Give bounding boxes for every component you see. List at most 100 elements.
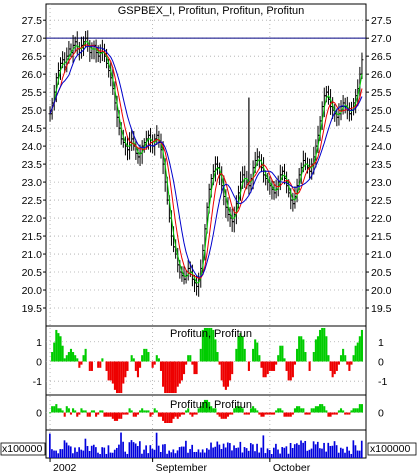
volume-bar [293,444,296,458]
volume-bar [220,448,223,458]
osc1-bar [226,361,230,387]
osc1-bar [214,339,217,362]
osc1-bar [195,361,198,375]
osc2-bar [143,410,146,413]
volume-bar [245,448,248,458]
volume-bar [226,442,229,458]
volume-bar [289,442,292,458]
osc1-bar [178,361,181,384]
osc1-bar [115,361,119,394]
osc2-bar [118,412,121,419]
osc1-bar [151,361,154,368]
osc1-bar [162,361,165,387]
volume-bar [231,450,233,458]
osc1-bar [352,355,355,362]
osc2-bar [224,412,227,419]
osc2-bar [358,404,361,413]
volume-bar [168,450,170,458]
volume-bar [337,452,340,458]
osc1-bar [312,352,315,362]
osc1-bar [182,361,186,375]
osc1-bar [329,361,332,371]
osc2-bar [151,412,154,415]
osc2-bar [285,412,288,417]
volume-bar [128,442,131,458]
volume-bar [80,449,83,458]
volume-bar [285,446,288,458]
osc1-bar [101,358,104,362]
volume-bar [350,453,353,458]
osc2-bar [69,412,73,415]
volume-bar [141,453,143,458]
volume-bar [176,450,179,458]
osc1-bar [348,361,351,371]
osc2-bar [342,410,345,413]
osc1-bar [53,342,56,362]
osc2-bar [88,412,91,417]
osc1-tick-label-right: -1 [378,376,387,388]
osc1-bar [220,361,223,381]
osc2-bar [283,412,286,417]
x-tick-label: October [273,462,311,474]
osc1-bar [350,361,353,365]
osc2-bar [124,412,127,415]
osc1-bar [109,361,112,381]
volume-bar [86,446,89,458]
price-tick-label-right: 21.5 [371,231,392,243]
osc1-bar [105,361,108,371]
osc2-bar [97,412,100,415]
osc1-bar [339,355,343,362]
osc2-bar [291,412,294,415]
oscillator-1-title: Profitun, Profitun [170,328,252,340]
osc1-bar [99,361,102,368]
volume-bar [136,446,139,458]
volume-bar [191,444,194,458]
volume-bar [214,446,217,458]
osc1-bar [63,358,66,362]
volume-bar [323,442,325,458]
osc1-bar [218,361,221,365]
volume-bar [132,442,135,458]
volume-bar [237,447,240,458]
volume-bar [187,452,189,458]
volume-bar [208,449,210,458]
osc1-bar [266,361,269,375]
osc2-bar [302,408,305,413]
osc2-bar [61,410,64,413]
osc1-bar [97,361,100,368]
volume-bar [266,448,269,458]
price-tick-label-right: 23.5 [371,159,392,171]
volume-bar [272,447,275,458]
osc2-bar [337,410,340,413]
x-tick-label: September [156,462,208,474]
volume-bar [143,449,145,458]
volume-bar [189,449,191,458]
volume-bar [149,445,152,458]
volume-bar [197,449,200,458]
osc1-bar [143,348,146,362]
osc2-bar [258,412,261,415]
osc1-bar [168,361,171,394]
osc1-bar [323,327,326,362]
osc2-bar [178,412,181,417]
oscillator-2-title: Profitun, Profitun [170,399,252,411]
volume-bar [283,447,286,458]
volume-bar [241,452,244,458]
volume-bar [61,449,64,458]
osc1-bar [302,339,305,362]
osc1-bar [57,333,60,362]
volume-bar [354,445,357,458]
osc1-bar [275,361,278,365]
volume-bar [170,452,173,458]
price-tick-label-right: 27.0 [371,33,392,45]
osc1-bar [126,361,129,371]
osc1-bar [252,348,255,362]
osc2-bar [145,410,148,413]
volume-bar [139,441,141,458]
osc1-bar [254,339,257,362]
price-tick-label-right: 26.5 [371,51,392,63]
osc2-bar [147,410,150,413]
volume-bar [162,444,164,458]
volume-bar [206,448,208,458]
price-tick-label-left: 20.0 [22,285,43,297]
